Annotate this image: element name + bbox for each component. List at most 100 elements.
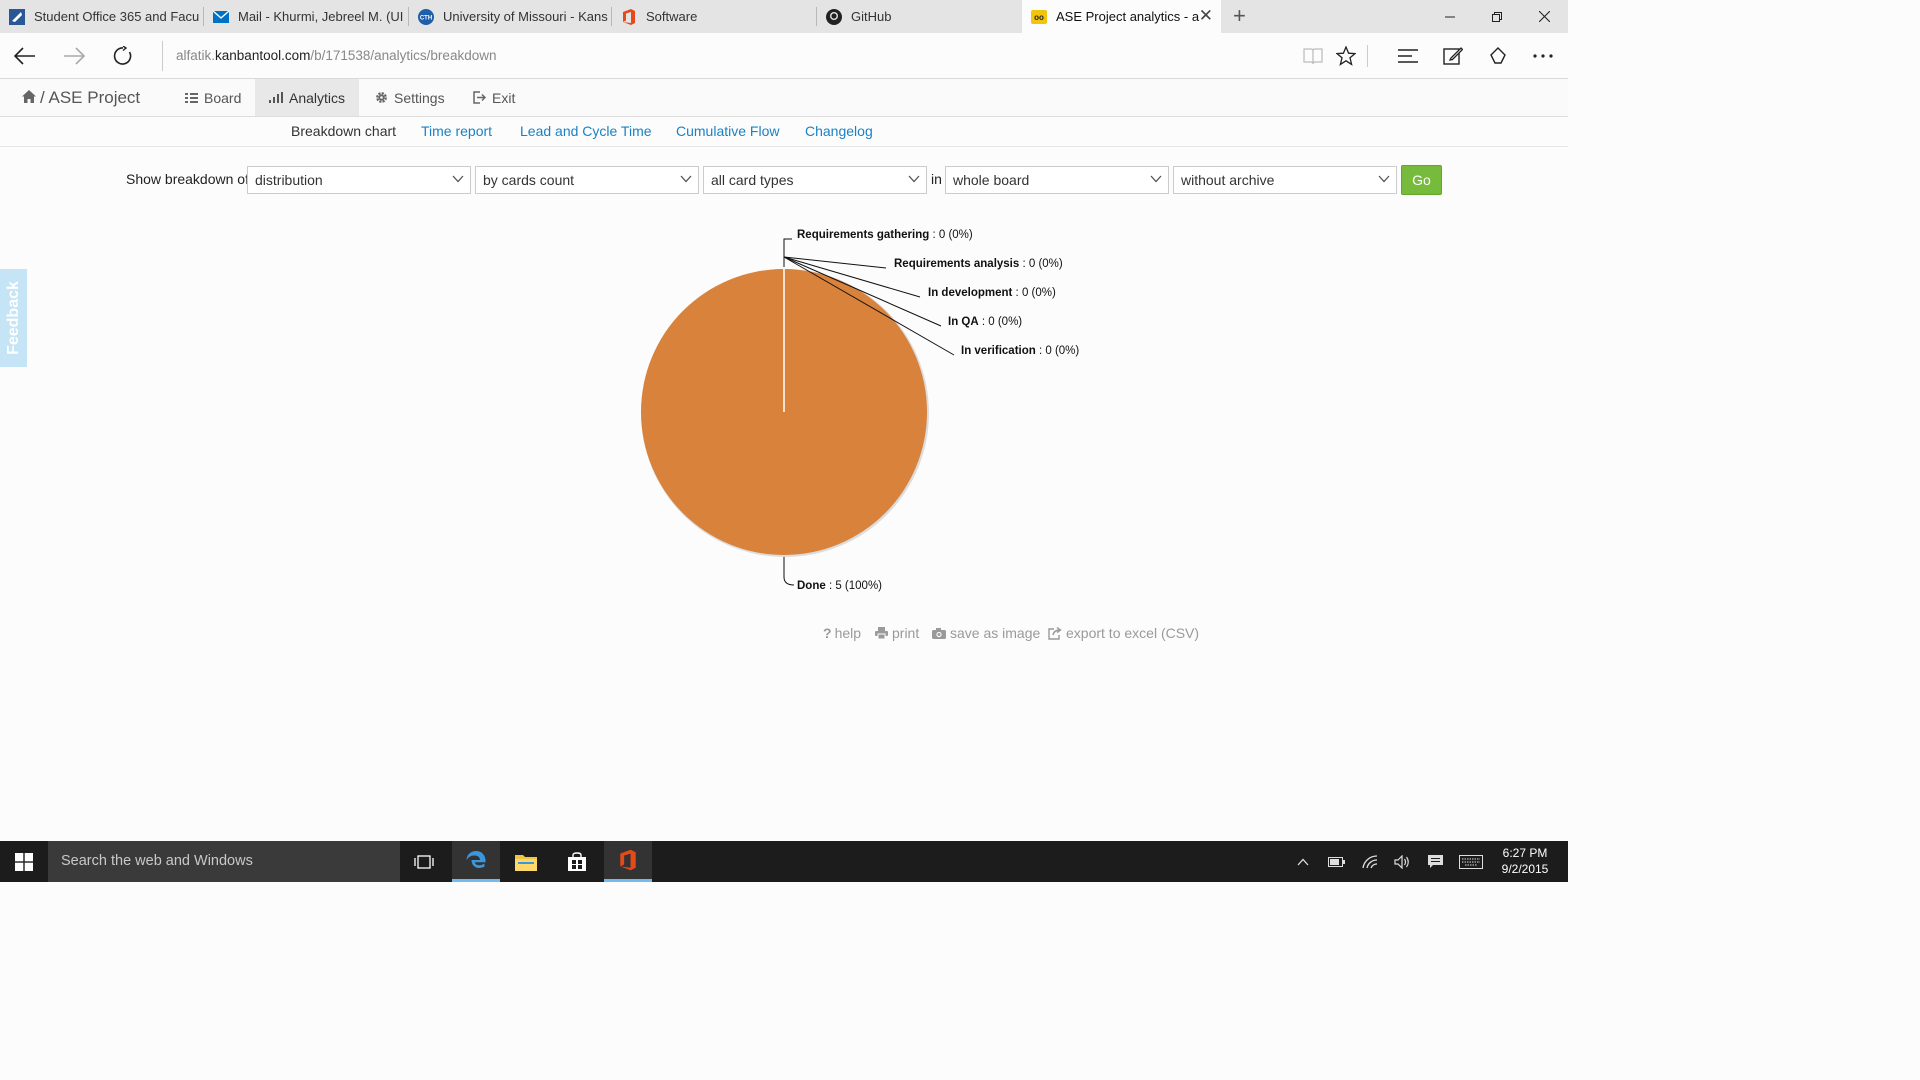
pie-label-done: Done : 5 (100%): [797, 580, 882, 592]
nav-board-label: Board: [204, 89, 242, 106]
windows-start-icon[interactable]: [0, 841, 48, 882]
pie-label-in-development: In development : 0 (0%): [928, 287, 1056, 299]
project-breadcrumb[interactable]: / ASE Project: [22, 88, 140, 108]
leader-line-done: [783, 557, 795, 586]
kanbantool-icon: oo: [1031, 9, 1047, 25]
close-tab-icon[interactable]: ✕: [1199, 6, 1213, 26]
feedback-label: Feedback: [4, 281, 22, 355]
browser-tab-github[interactable]: GitHub: [817, 0, 1022, 33]
browser-tab-kanbantool[interactable]: oo ASE Project analytics - a ✕: [1022, 0, 1221, 33]
card-types-select[interactable]: all card types: [703, 166, 927, 194]
store-icon[interactable]: [553, 841, 601, 882]
nav-exit-label: Exit: [492, 89, 516, 106]
url-subdomain: alfatik.: [176, 48, 216, 63]
battery-icon[interactable]: [1321, 841, 1351, 882]
export-csv-link[interactable]: export to excel (CSV): [1048, 625, 1199, 641]
edge-browser-icon[interactable]: [452, 841, 500, 882]
action-center-icon[interactable]: [1420, 841, 1450, 882]
pie-label-name: Requirements analysis: [894, 258, 1019, 270]
subnav-breakdown-chart[interactable]: Breakdown chart: [291, 123, 396, 139]
back-icon[interactable]: [10, 41, 40, 71]
project-name: / ASE Project: [40, 88, 141, 107]
camera-icon: [932, 627, 946, 639]
pie-label-value: : 0 (0%): [1036, 345, 1080, 357]
breakdown-label: Show breakdown of: [126, 171, 249, 187]
file-explorer-icon[interactable]: [502, 841, 550, 882]
chevron-down-icon: [1378, 175, 1390, 183]
tab-title: University of Missouri - Kans: [443, 9, 608, 24]
pie-label-name: Done: [797, 580, 826, 592]
subnav-cumulative-flow[interactable]: Cumulative Flow: [676, 123, 779, 139]
pie-label-name: In development: [928, 287, 1013, 299]
pie-label-name: In QA: [948, 316, 979, 328]
breakdown-measure-select[interactable]: by cards count: [475, 166, 699, 194]
export-icon: [1048, 626, 1062, 640]
new-tab-icon[interactable]: +: [1233, 3, 1246, 29]
office-app-icon[interactable]: [604, 841, 652, 882]
subnav-time-report[interactable]: Time report: [421, 123, 492, 139]
share-icon[interactable]: [1483, 41, 1513, 71]
keyboard-icon[interactable]: [1456, 841, 1486, 882]
umkc-icon: CTH: [418, 8, 434, 25]
home-icon: [22, 88, 36, 108]
pie-label-in-verification: In verification : 0 (0%): [961, 345, 1079, 357]
chevron-down-icon: [452, 175, 464, 183]
restore-icon[interactable]: [1474, 0, 1520, 33]
browser-tab-office-portal[interactable]: Student Office 365 and Facu: [0, 0, 204, 33]
hub-icon[interactable]: [1393, 41, 1423, 71]
nav-settings[interactable]: Settings: [361, 79, 459, 116]
app-navigation: / ASE Project Board Analytics Settings E…: [0, 79, 1568, 117]
select-value: without archive: [1181, 172, 1275, 188]
export-csv-label: export to excel (CSV): [1066, 625, 1200, 641]
nav-board[interactable]: Board: [171, 79, 255, 116]
url-path: /b/171538/analytics/breakdown: [310, 48, 497, 63]
favorite-star-icon[interactable]: [1331, 41, 1361, 71]
subnav-changelog[interactable]: Changelog: [805, 123, 873, 139]
archive-select[interactable]: without archive: [1173, 166, 1397, 194]
board-icon: [185, 92, 198, 103]
pie-label-name: In verification: [961, 345, 1036, 357]
scope-select[interactable]: whole board: [945, 166, 1169, 194]
select-value: whole board: [953, 172, 1030, 188]
feedback-tab[interactable]: Feedback: [0, 269, 27, 367]
reading-view-icon[interactable]: [1298, 41, 1328, 71]
task-view-icon[interactable]: [400, 841, 448, 882]
save-as-image-link[interactable]: save as image: [932, 625, 1040, 641]
pie-label-in-qa: In QA : 0 (0%): [948, 316, 1022, 328]
show-hidden-icons-icon[interactable]: [1288, 841, 1318, 882]
nav-exit[interactable]: Exit: [459, 79, 529, 116]
taskbar-clock[interactable]: 6:27 PM 9/2/2015: [1490, 845, 1560, 877]
breakdown-type-select[interactable]: distribution: [247, 166, 471, 194]
go-button[interactable]: Go: [1401, 165, 1442, 195]
forward-icon[interactable]: [59, 41, 89, 71]
pie-label-value: : 5 (100%): [826, 580, 882, 592]
subnav-lead-cycle-time[interactable]: Lead and Cycle Time: [520, 123, 652, 139]
toolbar-separator: [1367, 45, 1368, 67]
more-actions-icon[interactable]: [1528, 41, 1558, 71]
nav-analytics[interactable]: Analytics: [255, 79, 360, 116]
url-domain: kanbantool.com: [215, 48, 311, 63]
help-icon: ?: [823, 625, 832, 641]
wifi-icon[interactable]: [1355, 841, 1385, 882]
select-value: distribution: [255, 172, 323, 188]
chevron-down-icon: [1150, 175, 1162, 183]
browser-tab-umkc[interactable]: CTH University of Missouri - Kans: [409, 0, 612, 33]
minimize-icon[interactable]: [1427, 0, 1473, 33]
leader-line-requirements-gathering: [783, 238, 792, 267]
analytics-subnav: Breakdown chart Time report Lead and Cyc…: [0, 117, 1568, 147]
volume-icon[interactable]: [1387, 841, 1417, 882]
pie-label-name: Requirements gathering: [797, 229, 929, 241]
url-field[interactable]: alfatik.kanbantool.com/b/171538/analytic…: [162, 41, 496, 71]
browser-tab-strip: Student Office 365 and Facu Mail - Khurm…: [0, 0, 1568, 33]
help-link[interactable]: ? help: [823, 625, 861, 641]
web-note-icon[interactable]: [1438, 41, 1468, 71]
taskbar-search-input[interactable]: Search the web and Windows: [48, 841, 400, 882]
github-icon: [826, 8, 842, 25]
browser-tab-mail[interactable]: Mail - Khurmi, Jebreel M. (UI: [204, 0, 409, 33]
svg-text:CTH: CTH: [420, 15, 432, 21]
print-link[interactable]: print: [875, 625, 919, 641]
refresh-icon[interactable]: [108, 41, 138, 71]
pie-label-value: : 0 (0%): [1019, 258, 1063, 270]
close-window-icon[interactable]: [1521, 0, 1567, 33]
browser-tab-software[interactable]: Software: [612, 0, 817, 33]
